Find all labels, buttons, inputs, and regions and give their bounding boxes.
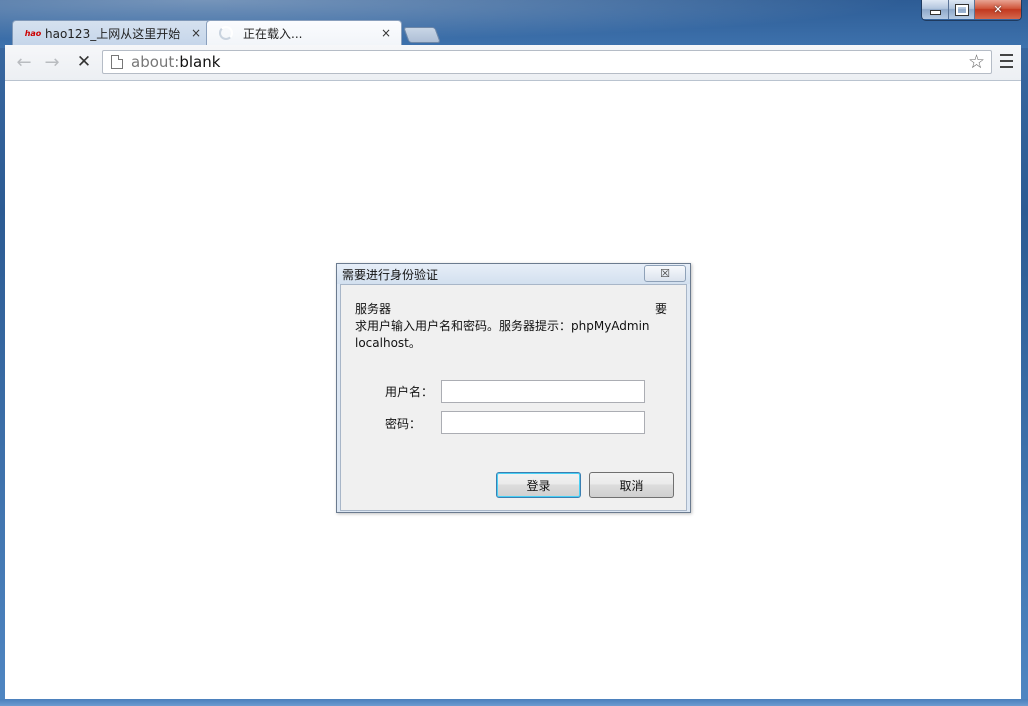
close-icon: ☒ xyxy=(660,267,670,280)
stop-button[interactable]: ✕ xyxy=(73,52,95,72)
address-bar[interactable]: about: blank ☆ xyxy=(102,50,992,74)
forward-button[interactable]: → xyxy=(41,51,63,73)
dialog-title: 需要进行身份验证 xyxy=(342,268,439,282)
close-window-button[interactable]: ✕ xyxy=(974,0,1021,19)
browser-toolbar: ← → ✕ about: blank ☆ xyxy=(5,45,1021,81)
tab-close-icon[interactable]: × xyxy=(377,26,395,40)
back-button[interactable]: ← xyxy=(13,51,35,73)
message-line2: 求用户输入用户名和密码。服务器提示：phpMyAdmin xyxy=(355,319,650,333)
back-arrow-icon: ← xyxy=(16,51,32,73)
window-bottom-border xyxy=(0,699,1028,706)
password-label: 密码： xyxy=(385,417,422,431)
username-input[interactable] xyxy=(441,380,645,403)
loading-spinner-icon xyxy=(219,26,233,40)
username-label: 用户名： xyxy=(385,385,434,399)
bookmark-star-icon[interactable]: ☆ xyxy=(968,52,985,72)
minimize-button[interactable] xyxy=(922,0,948,19)
tab-loading[interactable]: 正在载入... × xyxy=(206,20,402,45)
auth-message: 服务器 要 求用户输入用户名和密码。服务器提示：phpMyAdmin local… xyxy=(355,301,667,352)
forward-arrow-icon: → xyxy=(44,51,60,73)
window-controls: ✕ xyxy=(921,0,1022,21)
stop-icon: ✕ xyxy=(76,52,92,72)
login-button[interactable]: 登录 xyxy=(496,472,581,498)
minimize-icon xyxy=(929,10,941,15)
cancel-button[interactable]: 取消 xyxy=(589,472,674,498)
tab-title: 正在载入... xyxy=(243,26,303,41)
password-input[interactable] xyxy=(441,411,645,434)
message-line3: localhost。 xyxy=(355,336,421,350)
dialog-close-button[interactable]: ☒ xyxy=(644,265,686,282)
hao123-favicon-icon: hao xyxy=(24,28,42,38)
page-icon xyxy=(111,55,123,69)
auth-dialog: 需要进行身份验证 ☒ 服务器 要 求用户输入用户名和密码。服务器提示：phpMy… xyxy=(336,263,691,513)
new-tab-button[interactable] xyxy=(403,27,441,43)
message-line1-left: 服务器 xyxy=(355,302,392,316)
tab-hao123[interactable]: hao hao123_上网从这里开始 × xyxy=(12,20,212,45)
maximize-button[interactable] xyxy=(948,0,974,19)
url-host: blank xyxy=(179,53,221,71)
maximize-icon xyxy=(954,3,969,16)
close-icon: ✕ xyxy=(993,3,1003,16)
message-line1-right: 要 xyxy=(654,302,667,316)
menu-icon[interactable] xyxy=(1000,54,1013,68)
dialog-titlebar[interactable]: 需要进行身份验证 ☒ xyxy=(337,264,690,284)
tab-title: hao123_上网从这里开始 xyxy=(45,26,181,41)
dialog-body: 服务器 要 求用户输入用户名和密码。服务器提示：phpMyAdmin local… xyxy=(340,284,687,511)
url-scheme: about: xyxy=(131,53,180,71)
tab-close-icon[interactable]: × xyxy=(187,26,205,40)
